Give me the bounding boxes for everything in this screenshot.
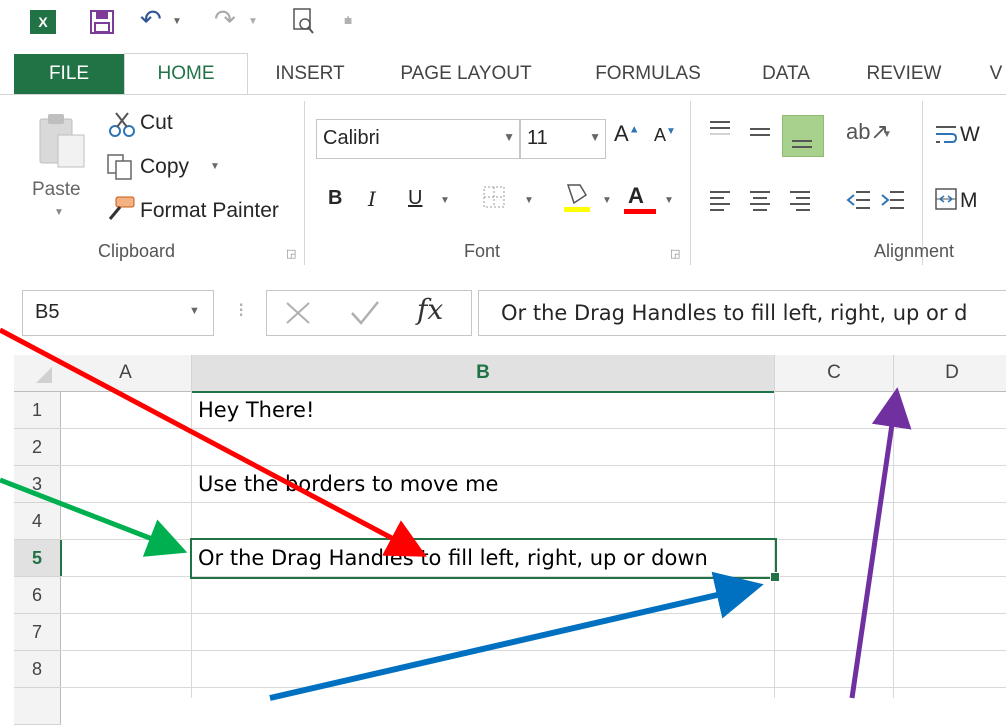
red-arrow [0,327,427,557]
annotation-arrows [0,327,912,701]
green-arrow [0,477,188,557]
purple-arrow [849,387,912,699]
blue-arrow [269,571,764,701]
